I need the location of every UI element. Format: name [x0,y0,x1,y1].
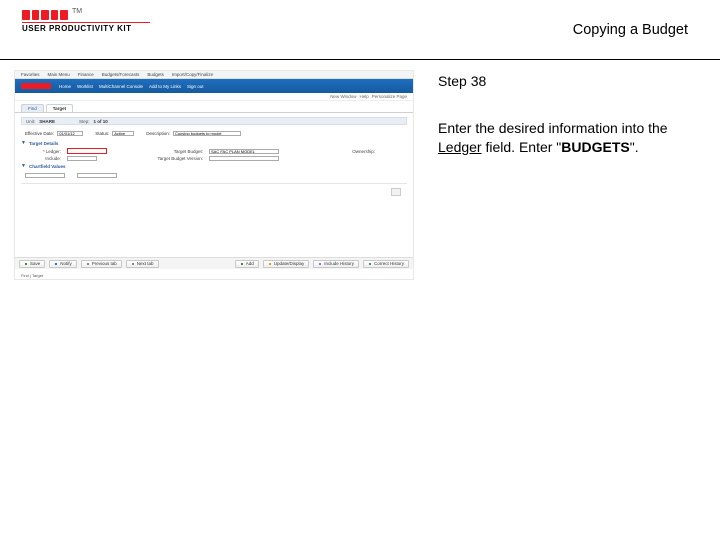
status-label: Status: [95,131,109,136]
update-display-button[interactable]: Update/Display [263,260,310,268]
chevron-down-icon: ▼ [21,163,26,169]
section-chartfield[interactable]: ▼ Chartfield Values [21,163,407,169]
add-button[interactable]: Add [235,260,259,268]
crumb-main-menu[interactable]: Main Menu [48,72,70,77]
correct-icon [368,262,372,266]
save-icon [24,262,28,266]
page-header: ORACLE TM USER PRODUCTIVITY KIT Copying … [0,0,720,60]
step-label: Step: [79,119,90,124]
effdate-field[interactable] [57,131,83,136]
save-button[interactable]: Save [19,260,45,268]
chartfield-input-1[interactable] [25,173,65,178]
step-value: 1 of 10 [94,119,108,124]
app-bar: Home Worklist MultiChannel Console Add t… [15,79,413,93]
include-label: Include: [21,156,61,161]
lower-panel [21,183,407,203]
trademark: TM [72,8,82,15]
target-fields: Ledger: Target Budget: Ownership: Includ… [21,148,407,161]
crumb-import-copy[interactable]: Import/Copy/Finalize [172,72,213,77]
action-bar: Save Notify Previous tab Next tab Add Up… [15,257,413,269]
ledger-label: Ledger: [21,149,61,154]
next-icon [131,262,135,266]
target-version-field[interactable] [209,156,279,161]
history-icon [318,262,322,266]
crumb-favorites[interactable]: Favorites [21,72,40,77]
target-version-label: Target Budget Version: [143,156,203,161]
include-history-button[interactable]: Include History [313,260,359,268]
summary-strip: Unit: SHARE Step: 1 of 10 [21,117,407,125]
next-tab-button[interactable]: Next tab [126,260,159,268]
ownership-label: Ownership: [315,149,375,154]
update-icon [268,262,272,266]
tab-bar: Find Target [15,101,413,113]
ledger-field[interactable] [67,148,107,154]
target-budget-field[interactable] [209,149,279,154]
context-help[interactable]: Help [359,94,368,99]
unit-value: SHARE [39,119,55,124]
notify-button[interactable]: Notify [49,260,77,268]
brand-subtitle: USER PRODUCTIVITY KIT [22,24,150,33]
add-icon [240,262,244,266]
process-row: Effective Date: Status: Description: [21,129,407,137]
nav-worklist[interactable]: Worklist [77,84,93,89]
brand-divider [22,22,150,23]
instruction-value: BUDGETS [561,139,629,155]
status-field[interactable] [112,131,134,136]
include-field[interactable] [67,156,97,161]
instruction-field-name: Ledger [438,139,482,155]
crumb-finance[interactable]: Finance [78,72,94,77]
crumb-budgets-forecasts[interactable]: Budgets/Forecasts [102,72,140,77]
section-target-details[interactable]: ▼ Target Details [21,140,407,146]
oracle-logo-icon [22,10,68,20]
context-new-window[interactable]: New Window [330,94,356,99]
prev-icon [86,262,90,266]
unit-label: Unit: [26,119,35,124]
breadcrumb-bar: Favorites Main Menu Finance Budgets/Fore… [15,71,413,79]
tab-target[interactable]: Target [46,104,73,112]
nav-mcconsole[interactable]: MultiChannel Console [99,84,143,89]
expand-box[interactable] [391,188,401,196]
page-title: Copying a Budget [573,22,688,38]
instruction-text: Enter the desired information into the L… [438,119,692,157]
crumb-budgets[interactable]: Budgets [147,72,164,77]
chevron-down-icon: ▼ [21,140,26,146]
chartfield-input-2[interactable] [77,173,117,178]
nav-home[interactable]: Home [59,84,71,89]
oracle-logo-icon [21,83,51,89]
previous-tab-button[interactable]: Previous tab [81,260,122,268]
effdate-label: Effective Date: [25,131,54,136]
app-screenshot: Favorites Main Menu Finance Budgets/Fore… [14,70,414,280]
brand-block: ORACLE TM USER PRODUCTIVITY KIT [22,10,150,33]
step-number: Step 38 [438,72,692,91]
context-bar: New Window Help Personalize Page [15,93,413,101]
target-budget-label: Target Budget: [143,149,203,154]
nav-signout[interactable]: Sign out [187,84,204,89]
notify-icon [54,262,58,266]
nav-addlinks[interactable]: Add to My Links [149,84,181,89]
context-personalize[interactable]: Personalize Page [372,94,407,99]
tab-find[interactable]: Find [21,104,44,112]
status-links[interactable]: Find | Target [21,273,43,278]
desc-field[interactable] [173,131,241,136]
correct-history-button[interactable]: Correct History [363,260,409,268]
desc-label: Description: [146,131,170,136]
